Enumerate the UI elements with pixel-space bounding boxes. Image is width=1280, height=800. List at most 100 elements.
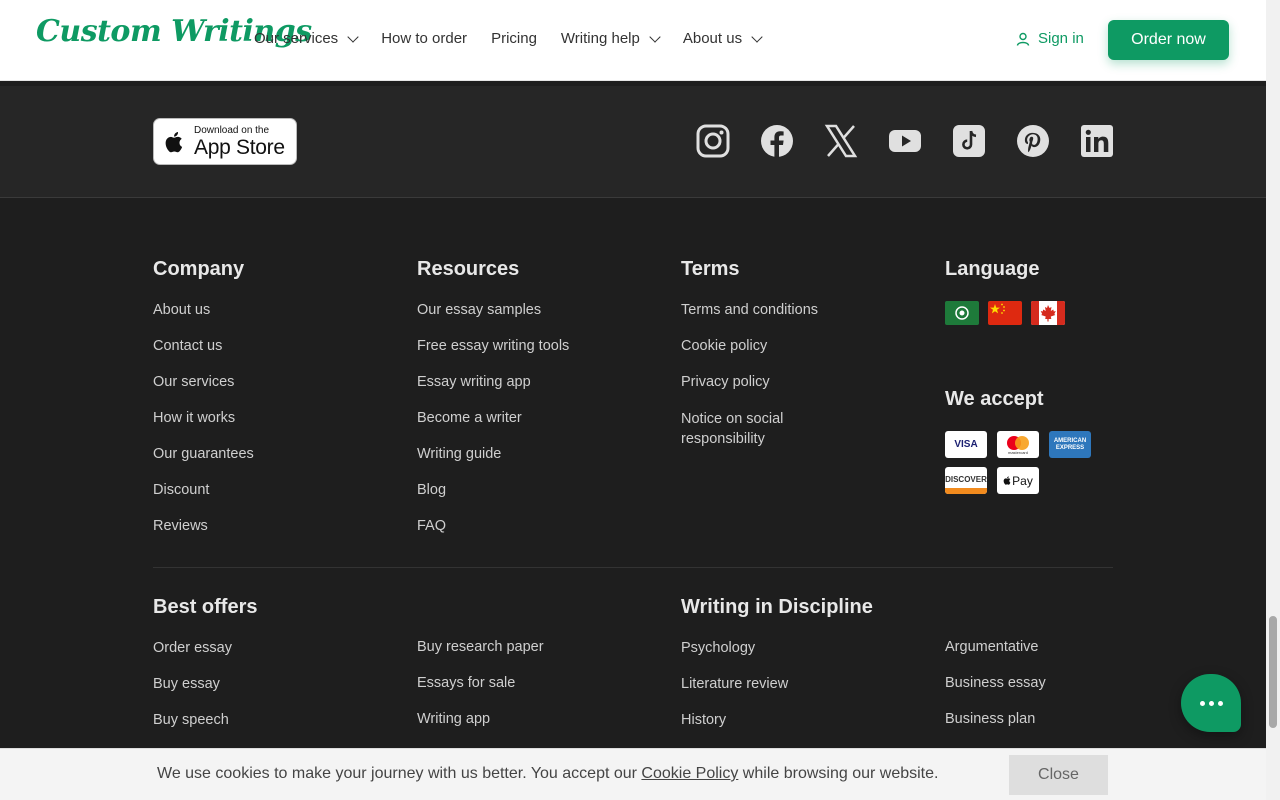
cookie-banner: We use cookies to make your journey with…: [0, 748, 1266, 800]
user-icon: [1016, 32, 1030, 46]
sign-in-label: Sign in: [1038, 30, 1084, 47]
apple-icon: [165, 131, 183, 152]
footer-link[interactable]: Essays for sale: [417, 674, 544, 692]
footer-language: Language: [945, 258, 1065, 325]
nav-label: About us: [682, 30, 743, 47]
apple-pay-icon: Pay: [997, 467, 1039, 494]
nav-label: Writing help: [560, 30, 640, 47]
sign-in-link[interactable]: Sign in: [1016, 30, 1084, 47]
discover-text: DISCOVER: [945, 475, 987, 484]
facebook-icon[interactable]: [760, 124, 794, 158]
discover-card-icon: DISCOVER: [945, 467, 987, 494]
dot-icon: [1208, 700, 1214, 706]
order-now-button[interactable]: Order now: [1108, 20, 1229, 60]
tiktok-icon[interactable]: [952, 124, 986, 158]
footer-we-accept: We accept VISA mastercard AMERICAN EXPRE…: [945, 388, 1095, 494]
best-offers-title: Best offers: [153, 596, 258, 618]
x-icon[interactable]: [824, 124, 858, 158]
apple-icon: [1003, 476, 1011, 485]
footer-link[interactable]: Become a writer: [417, 409, 569, 427]
language-flags: [945, 301, 1065, 325]
footer-link[interactable]: Buy speech: [153, 711, 257, 729]
footer-link[interactable]: Literature review: [681, 675, 873, 693]
terms-title: Terms: [681, 258, 740, 280]
footer-best-offers: Best offers Order essay Buy essay Buy sp…: [153, 596, 257, 747]
discover-stripe: [945, 488, 987, 494]
nav-how-to-order[interactable]: How to order: [381, 30, 467, 47]
appstore-big-text: App Store: [194, 135, 285, 159]
youtube-icon[interactable]: [888, 124, 922, 158]
footer-company: Company About us Contact us Our services…: [153, 258, 254, 553]
cookie-close-button[interactable]: Close: [1009, 755, 1108, 795]
mastercard-text: mastercard: [1007, 449, 1028, 455]
dot-icon: [1199, 700, 1205, 706]
main-nav: Our services How to order Pricing Writin…: [254, 30, 785, 47]
nav-our-services[interactable]: Our services: [254, 30, 359, 47]
cookie-text-before: We use cookies to make your journey with…: [157, 765, 642, 782]
scrollbar-thumb[interactable]: [1269, 616, 1277, 728]
footer-link[interactable]: Buy research paper: [417, 638, 544, 656]
footer-link[interactable]: Buy essay: [153, 675, 257, 693]
footer-link[interactable]: Contact us: [153, 337, 254, 355]
footer-link[interactable]: Our guarantees: [153, 445, 254, 463]
nav-pricing[interactable]: Pricing: [491, 30, 537, 47]
instagram-icon[interactable]: [696, 124, 730, 158]
linkedin-icon[interactable]: [1080, 124, 1114, 158]
footer-discipline-col2: Argumentative Business essay Business pl…: [945, 638, 1046, 746]
footer-link[interactable]: Cookie policy: [681, 337, 821, 355]
footer-link[interactable]: Privacy policy: [681, 373, 821, 391]
footer-link[interactable]: History: [681, 711, 873, 729]
mastercard-icon: mastercard: [997, 431, 1039, 458]
footer-link[interactable]: Essay writing app: [417, 373, 569, 391]
arabic-flag-icon[interactable]: [945, 301, 979, 325]
app-store-badge[interactable]: Download on the App Store: [153, 118, 297, 165]
page-scrollbar[interactable]: [1266, 0, 1280, 800]
visa-card-icon: VISA: [945, 431, 987, 458]
footer-link[interactable]: Order essay: [153, 639, 257, 657]
appstore-small-text: Download on the: [194, 124, 270, 136]
footer-link[interactable]: About us: [153, 301, 254, 319]
footer-link[interactable]: Notice on social responsibility: [681, 409, 821, 449]
cookie-policy-link[interactable]: Cookie Policy: [641, 765, 738, 782]
footer-link[interactable]: Our essay samples: [417, 301, 569, 319]
footer-link[interactable]: FAQ: [417, 517, 569, 535]
we-accept-title: We accept: [945, 388, 1044, 410]
language-title: Language: [945, 258, 1040, 280]
china-flag-icon[interactable]: [988, 301, 1022, 325]
nav-label: Pricing: [491, 30, 537, 47]
nav-about-us[interactable]: About us: [682, 30, 763, 47]
footer-discipline: Writing in Discipline Psychology Literat…: [681, 596, 873, 747]
nav-label: Our services: [254, 30, 339, 47]
footer-link[interactable]: Blog: [417, 481, 569, 499]
canada-flag-icon[interactable]: [1031, 301, 1065, 325]
footer-best-offers-col2: Buy research paper Essays for sale Writi…: [417, 638, 544, 746]
chat-button[interactable]: [1181, 674, 1241, 732]
footer-link[interactable]: Psychology: [681, 639, 873, 657]
pinterest-icon[interactable]: [1016, 124, 1050, 158]
chevron-down-icon: [751, 30, 763, 43]
footer-link[interactable]: Argumentative: [945, 638, 1046, 656]
nav-writing-help[interactable]: Writing help: [560, 30, 661, 47]
footer-link[interactable]: Writing app: [417, 710, 544, 728]
footer-terms: Terms Terms and conditions Cookie policy…: [681, 258, 821, 467]
chevron-down-icon: [347, 30, 359, 43]
apple-pay-text: Pay: [1012, 473, 1033, 488]
resources-title: Resources: [417, 258, 520, 280]
discipline-title: Writing in Discipline: [681, 596, 873, 618]
footer-link[interactable]: Writing guide: [417, 445, 569, 463]
footer-link[interactable]: Terms and conditions: [681, 301, 821, 319]
footer-link[interactable]: How it works: [153, 409, 254, 427]
cookie-message: We use cookies to make your journey with…: [157, 765, 938, 783]
app-social-strip: Download on the App Store: [0, 86, 1266, 198]
dot-icon: [1217, 700, 1223, 706]
footer-link[interactable]: Reviews: [153, 517, 254, 535]
footer-link[interactable]: Free essay writing tools: [417, 337, 569, 355]
footer-link[interactable]: Business essay: [945, 674, 1046, 692]
nav-label: How to order: [381, 30, 468, 47]
footer-link[interactable]: Business plan: [945, 710, 1046, 728]
amex-text: AMERICAN EXPRESS: [1053, 437, 1087, 451]
footer-link[interactable]: Our services: [153, 373, 254, 391]
footer-link[interactable]: Discount: [153, 481, 254, 499]
payment-cards: VISA mastercard AMERICAN EXPRESS DISCOVE…: [945, 431, 1095, 494]
visa-text: VISA: [954, 439, 978, 450]
